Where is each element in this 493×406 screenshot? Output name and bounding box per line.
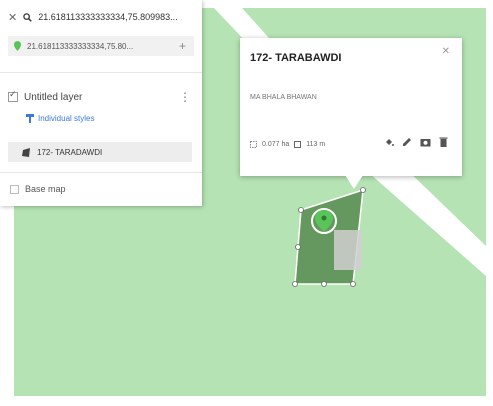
pin-dot bbox=[321, 215, 327, 221]
layer-header: Untitled layer ⋮ bbox=[8, 89, 194, 104]
popup-description: MA BHALA BHAWAN bbox=[250, 94, 317, 101]
perimeter-value: 113 m bbox=[306, 141, 326, 148]
layers-panel: ✕ 21.618113333333334,75.809983... 21.618… bbox=[0, 0, 202, 206]
popup-tail bbox=[345, 175, 363, 189]
search-result-text: 21.618113333333334,75.80... bbox=[27, 41, 134, 51]
feature-item[interactable]: 172- TARADAWDI bbox=[8, 142, 192, 162]
polygon-icon bbox=[22, 147, 30, 157]
area-value: 0.077 ha bbox=[262, 141, 290, 148]
vertex-handle[interactable] bbox=[298, 207, 304, 213]
individual-styles-link[interactable]: Individual styles bbox=[26, 114, 94, 123]
base-map-label: Base map bbox=[25, 184, 66, 194]
layer-checkbox[interactable] bbox=[8, 89, 18, 102]
polygon-highlight bbox=[334, 230, 362, 270]
vertex-handle[interactable] bbox=[295, 244, 301, 250]
edit-icon[interactable] bbox=[402, 137, 412, 147]
more-vert-icon[interactable]: ⋮ bbox=[179, 90, 191, 104]
add-icon[interactable]: + bbox=[179, 39, 186, 53]
layer-title[interactable]: Untitled layer bbox=[24, 92, 173, 103]
area-icon bbox=[250, 141, 257, 148]
delete-icon[interactable] bbox=[439, 137, 448, 147]
paint-icon[interactable] bbox=[384, 137, 394, 147]
search-row: ✕ 21.618113333333334,75.809983... bbox=[8, 10, 198, 24]
search-query[interactable]: 21.618113333333334,75.809983... bbox=[38, 12, 177, 22]
close-icon[interactable]: ✕ bbox=[8, 11, 17, 24]
pin-icon bbox=[14, 41, 21, 51]
base-map-checkbox[interactable] bbox=[10, 184, 19, 194]
popup-stats: 0.077 ha 113 m bbox=[250, 141, 325, 148]
feature-popup: 172- TARABAWDI ✕ MA BHALA BHAWAN 0.077 h… bbox=[240, 38, 462, 176]
vertex-handle[interactable] bbox=[350, 281, 356, 287]
base-map-row[interactable]: Base map bbox=[10, 184, 66, 194]
popup-title: 172- TARABAWDI bbox=[250, 52, 342, 64]
search-result-row[interactable]: 21.618113333333334,75.80... + bbox=[8, 36, 194, 56]
perimeter-icon bbox=[294, 141, 302, 148]
search-icon[interactable] bbox=[23, 12, 33, 22]
camera-icon[interactable] bbox=[420, 137, 431, 147]
vertex-handle[interactable] bbox=[292, 281, 298, 287]
feature-name: 172- TARADAWDI bbox=[37, 147, 103, 157]
style-icon bbox=[26, 114, 34, 123]
vertex-handle[interactable] bbox=[321, 281, 327, 287]
close-icon[interactable]: ✕ bbox=[442, 46, 450, 57]
divider bbox=[0, 172, 202, 173]
divider bbox=[0, 72, 202, 73]
popup-actions bbox=[384, 137, 448, 147]
styles-label: Individual styles bbox=[38, 114, 95, 123]
